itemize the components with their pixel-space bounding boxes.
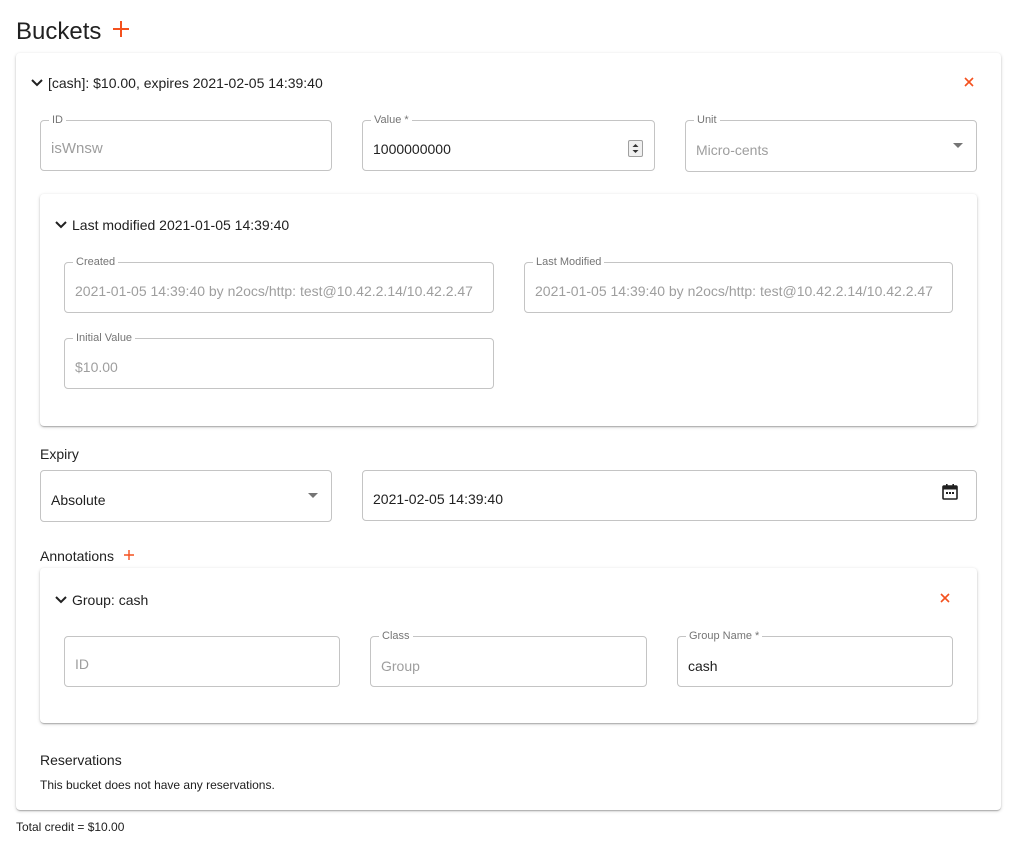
dropdown-arrow-icon bbox=[308, 493, 318, 498]
created-value: 2021-01-05 14:39:40 by n2ocs/http: test@… bbox=[75, 283, 473, 299]
add-icon bbox=[113, 21, 129, 37]
annotation-class-label: Class bbox=[379, 630, 413, 642]
bucket-card: [cash]: $10.00, expires 2021-02-05 14:39… bbox=[16, 53, 1001, 810]
expiry-heading: Expiry bbox=[40, 446, 79, 462]
value-input[interactable]: Value * 1000000000 bbox=[362, 114, 655, 171]
unit-select-label: Unit bbox=[694, 114, 720, 126]
calendar-button[interactable] bbox=[941, 482, 959, 502]
annotation-group-toggle[interactable]: Group: cash bbox=[52, 589, 352, 609]
annotation-class-field[interactable]: Class Group bbox=[370, 630, 647, 687]
expiry-type-value: Absolute bbox=[51, 492, 106, 508]
chevron-down-icon bbox=[31, 79, 43, 87]
unit-select[interactable]: Unit Micro-cents bbox=[685, 114, 977, 172]
annotation-class-value: Group bbox=[381, 658, 420, 674]
expiry-type-select[interactable]: Absolute bbox=[40, 470, 332, 522]
total-credit: Total credit = $10.00 bbox=[16, 820, 125, 834]
bucket-expand-toggle[interactable]: [cash]: $10.00, expires 2021-02-05 14:39… bbox=[28, 73, 528, 93]
expiry-date-value: 2021-02-05 14:39:40 bbox=[373, 491, 503, 507]
bucket-summary: [cash]: $10.00, expires 2021-02-05 14:39… bbox=[48, 75, 323, 91]
id-field-value: isWnsw bbox=[51, 140, 103, 157]
unit-select-value: Micro-cents bbox=[696, 142, 769, 158]
last-modified-summary: Last modified 2021-01-05 14:39:40 bbox=[72, 217, 290, 233]
annotation-id-input[interactable]: ID bbox=[64, 636, 340, 687]
last-modified-field: Last Modified 2021-01-05 14:39:40 by n2o… bbox=[524, 256, 953, 313]
id-field-label: ID bbox=[49, 114, 66, 126]
chevron-down-icon bbox=[55, 596, 67, 604]
annotation-group-summary: Group: cash bbox=[72, 592, 149, 608]
close-icon bbox=[964, 77, 974, 87]
last-modified-toggle[interactable]: Last modified 2021-01-05 14:39:40 bbox=[52, 214, 452, 234]
delete-annotation-button[interactable] bbox=[938, 591, 954, 607]
add-icon bbox=[124, 550, 134, 560]
spinner-arrows-icon bbox=[632, 144, 639, 153]
reservations-note: This bucket does not have any reservatio… bbox=[40, 778, 275, 792]
group-name-value: cash bbox=[688, 658, 718, 674]
reservations-heading: Reservations bbox=[40, 752, 122, 768]
calendar-icon bbox=[942, 484, 958, 500]
initial-value-field: Initial Value $10.00 bbox=[64, 332, 494, 389]
group-name-label: Group Name * bbox=[686, 630, 763, 642]
page-title: Buckets bbox=[16, 18, 102, 45]
add-annotation-button[interactable] bbox=[122, 547, 136, 563]
dropdown-arrow-icon bbox=[953, 143, 963, 148]
delete-bucket-button[interactable] bbox=[962, 75, 978, 91]
value-input-value: 1000000000 bbox=[373, 141, 451, 157]
last-modified-value: 2021-01-05 14:39:40 by n2ocs/http: test@… bbox=[535, 283, 933, 299]
group-name-input[interactable]: Group Name * cash bbox=[677, 630, 953, 687]
annotation-id-placeholder: ID bbox=[75, 656, 89, 672]
annotation-group-card: Group: cash ID Class Group Group Name * … bbox=[40, 568, 977, 723]
annotations-heading: Annotations bbox=[40, 548, 114, 564]
last-modified-panel: Last modified 2021-01-05 14:39:40 Create… bbox=[40, 194, 977, 426]
created-label: Created bbox=[73, 256, 119, 268]
initial-value-value: $10.00 bbox=[75, 359, 118, 375]
created-field: Created 2021-01-05 14:39:40 by n2ocs/htt… bbox=[64, 256, 494, 313]
value-stepper[interactable] bbox=[628, 140, 643, 157]
expiry-date-input[interactable]: 2021-02-05 14:39:40 bbox=[362, 470, 977, 521]
add-bucket-button[interactable] bbox=[110, 13, 132, 43]
initial-value-label: Initial Value bbox=[73, 332, 136, 344]
id-field[interactable]: ID isWnsw bbox=[40, 114, 332, 171]
chevron-down-icon bbox=[55, 221, 67, 229]
value-input-label: Value * bbox=[371, 114, 412, 126]
last-modified-label: Last Modified bbox=[533, 256, 605, 268]
close-icon bbox=[940, 593, 950, 603]
